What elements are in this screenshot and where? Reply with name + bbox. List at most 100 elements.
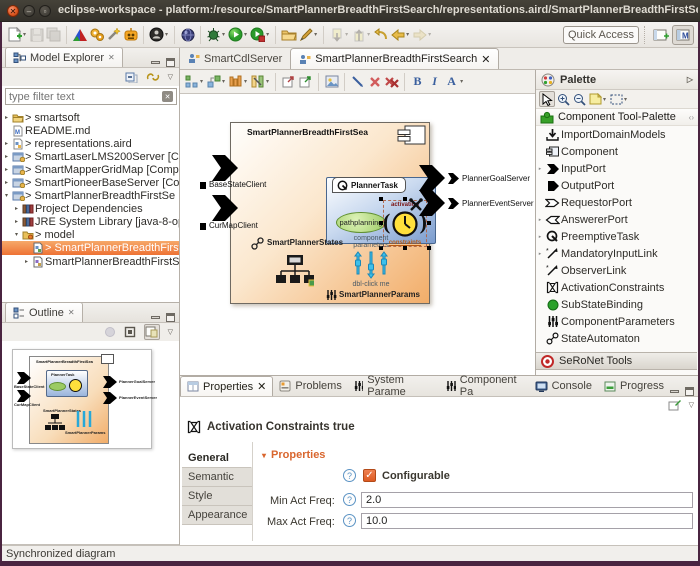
- tree-row[interactable]: ▸ JRE System Library [java-8-op: [2, 215, 179, 228]
- palette-item-importdomainmodels[interactable]: ImportDomainModels: [536, 126, 697, 143]
- minimize-button[interactable]: –: [23, 5, 35, 17]
- dropdown-caret[interactable]: ▾: [165, 31, 168, 38]
- close-button[interactable]: ✕: [7, 5, 19, 17]
- palette-item-observerlink[interactable]: * ObserverLink: [536, 262, 697, 279]
- port-label[interactable]: PlannerEventServer: [462, 199, 534, 208]
- outline-mode2-icon[interactable]: [124, 326, 136, 338]
- close-icon[interactable]: ✕: [481, 53, 490, 66]
- tab-outline[interactable]: Outline ✕: [5, 302, 83, 322]
- select-tool-icon[interactable]: [539, 91, 555, 107]
- close-icon[interactable]: ✕: [257, 380, 266, 393]
- delete-all-icon[interactable]: [383, 73, 400, 91]
- dropdown-caret[interactable]: ▾: [200, 78, 203, 85]
- expander-icon[interactable]: ▸: [2, 179, 11, 186]
- tree-row[interactable]: ▸ > SmartPioneerBaseServer [Co: [2, 176, 179, 189]
- side-tab-semantic[interactable]: Semantic: [182, 468, 252, 487]
- tree-row[interactable]: ▾ > SmartPlannerBreadthFirstSe: [2, 189, 179, 202]
- diagram-canvas[interactable]: SmartPlannerBreadthFirstSea PlannerTask …: [180, 94, 535, 375]
- view-menu-icon[interactable]: ▽: [168, 328, 173, 336]
- dropdown-caret[interactable]: ▾: [406, 31, 409, 38]
- tab-console[interactable]: Console: [529, 376, 598, 396]
- dropdown-caret[interactable]: ▾: [222, 78, 225, 85]
- palette-item-stateautomaton[interactable]: StateAutomaton: [536, 330, 697, 347]
- palette-header[interactable]: Palette ▷: [536, 70, 698, 90]
- run-icon[interactable]: [227, 26, 244, 44]
- states-label[interactable]: SmartPlannerStates: [267, 238, 343, 247]
- save-icon[interactable]: [28, 26, 45, 44]
- palette-item-componentparameters[interactable]: ComponentParameters: [536, 313, 697, 330]
- selection-handle[interactable]: [403, 197, 407, 201]
- dropdown-caret[interactable]: ▾: [244, 78, 247, 85]
- side-tab-appearance[interactable]: Appearance: [182, 506, 252, 525]
- side-tab-general[interactable]: General: [182, 449, 252, 468]
- tab-system-parameters[interactable]: System Parame: [348, 376, 440, 396]
- palette-item-mandatoryinputlink[interactable]: ▸ * MandatoryInputLink: [536, 245, 697, 262]
- font-button[interactable]: A: [443, 73, 460, 91]
- dropdown-caret[interactable]: ▾: [345, 31, 348, 38]
- pin-editor-icon[interactable]: [668, 399, 681, 411]
- debug-icon[interactable]: [205, 26, 222, 44]
- delete-icon[interactable]: [366, 73, 383, 91]
- expander-icon[interactable]: ▸: [12, 218, 21, 225]
- port-plannereventserver[interactable]: [419, 190, 445, 216]
- clear-filter-icon[interactable]: ✕: [162, 91, 173, 102]
- expander-icon[interactable]: ▸: [12, 205, 21, 212]
- params-label[interactable]: SmartPlannerParams: [339, 290, 420, 299]
- dropdown-caret[interactable]: ▾: [244, 31, 247, 38]
- arrange-icon[interactable]: [205, 73, 222, 91]
- tab-smartplannerbreadthfirstsearch[interactable]: SmartPlannerBreadthFirstSearch ✕: [290, 48, 499, 69]
- expander-icon[interactable]: ▸: [2, 166, 11, 173]
- save-all-icon[interactable]: [45, 26, 62, 44]
- port-plannergoalserver[interactable]: [419, 165, 445, 191]
- tree-row[interactable]: ▸ > SmartMapperGridMap [Comp: [2, 163, 179, 176]
- export-image-icon[interactable]: [297, 73, 314, 91]
- quick-access-box[interactable]: Quick Access: [563, 26, 639, 44]
- close-icon[interactable]: ✕: [68, 308, 75, 317]
- export-diagram-icon[interactable]: [280, 73, 297, 91]
- new-wizard-icon[interactable]: [6, 26, 23, 44]
- tab-properties[interactable]: Properties ✕: [180, 376, 273, 396]
- outline-thumbnail[interactable]: SmartPlannerBreadthFirstSea PlannerTask …: [12, 349, 152, 449]
- dropdown-caret[interactable]: ▾: [624, 96, 627, 103]
- select-pen-icon[interactable]: [349, 73, 366, 91]
- next-annotation-icon[interactable]: [328, 26, 345, 44]
- dropdown-caret[interactable]: ▾: [460, 78, 463, 85]
- min-act-freq-input[interactable]: [361, 492, 693, 508]
- maximize-view-icon[interactable]: [166, 58, 175, 67]
- minimize-view-icon[interactable]: [151, 316, 160, 319]
- expander-icon[interactable]: ▾: [2, 192, 11, 199]
- selection-handle[interactable]: [379, 221, 383, 225]
- drawer-collapse-icon[interactable]: ‹›: [689, 113, 694, 122]
- open-perspective-icon[interactable]: [650, 25, 672, 45]
- parameters-sliders-icon[interactable]: [351, 251, 391, 279]
- view-menu-icon[interactable]: ▽: [689, 401, 694, 409]
- minimize-view-icon[interactable]: [151, 61, 160, 64]
- configurable-checkbox[interactable]: ✓: [363, 469, 376, 482]
- palette-item-requestorport[interactable]: RequestorPort: [536, 194, 697, 211]
- expander-icon[interactable]: ▸: [536, 251, 544, 257]
- dropdown-caret[interactable]: ▾: [367, 31, 370, 38]
- dropdown-caret[interactable]: ▾: [222, 31, 225, 38]
- port-label[interactable]: BaseStateClient: [209, 180, 266, 189]
- dropdown-caret[interactable]: ▾: [266, 78, 269, 85]
- tree-row[interactable]: ▾ > model: [2, 228, 179, 241]
- palette-item-preemptivetask[interactable]: ▸ PreemptiveTask: [536, 228, 697, 245]
- dropdown-caret[interactable]: ▾: [603, 96, 606, 103]
- max-act-freq-input[interactable]: [361, 513, 693, 529]
- filter-input[interactable]: [9, 91, 162, 103]
- outline-mode1-icon[interactable]: [104, 326, 116, 338]
- expander-icon[interactable]: ▸: [2, 140, 11, 147]
- italic-button[interactable]: I: [426, 73, 443, 91]
- tree-row[interactable]: ▸ Project Dependencies: [2, 202, 179, 215]
- selection-handle[interactable]: [427, 221, 431, 225]
- help-icon[interactable]: ?: [343, 493, 356, 506]
- dropdown-caret[interactable]: ▾: [266, 31, 269, 38]
- tree-row[interactable]: ▸ SmartPlannerBreadthFirstS: [2, 255, 179, 268]
- selection-handle[interactable]: [403, 246, 407, 250]
- orgchart-icon[interactable]: [276, 254, 314, 290]
- properties-section-header[interactable]: ▾ Properties: [262, 449, 325, 461]
- layout-n-icon[interactable]: [249, 73, 266, 91]
- help-icon[interactable]: ?: [343, 469, 356, 482]
- tree-row[interactable]: ▸ > representations.aird: [2, 137, 179, 150]
- side-tab-style[interactable]: Style: [182, 487, 252, 506]
